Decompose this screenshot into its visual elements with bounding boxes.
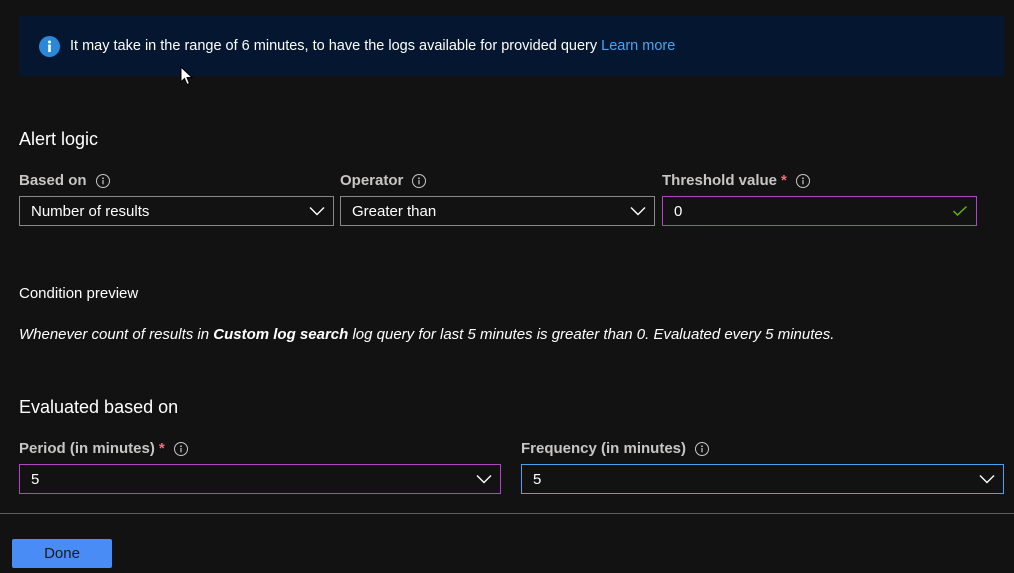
condition-preview-text: Whenever count of results in Custom log … bbox=[19, 326, 835, 343]
frequency-dropdown[interactable]: 5 bbox=[521, 464, 1004, 494]
period-dropdown[interactable]: 5 bbox=[19, 464, 501, 494]
info-icon[interactable] bbox=[795, 173, 810, 188]
chevron-down-icon bbox=[476, 475, 492, 484]
evaluated-based-on-title: Evaluated based on bbox=[19, 397, 179, 417]
operator-label: Operator bbox=[340, 172, 427, 189]
chevron-down-icon bbox=[309, 207, 325, 216]
frequency-label: Frequency (in minutes) bbox=[521, 440, 710, 457]
learn-more-link[interactable]: Learn more bbox=[601, 38, 675, 54]
required-indicator: * bbox=[781, 172, 787, 189]
chevron-down-icon bbox=[979, 475, 995, 484]
info-icon[interactable] bbox=[412, 173, 427, 188]
period-label: Period (in minutes) * bbox=[19, 440, 188, 457]
required-indicator: * bbox=[158, 440, 165, 457]
threshold-field[interactable] bbox=[662, 196, 977, 226]
info-banner: It may take in the range of 6 minutes, t… bbox=[19, 16, 1004, 76]
mouse-cursor-icon bbox=[180, 66, 194, 86]
checkmark-icon bbox=[953, 205, 967, 216]
query-name: Custom log search bbox=[213, 326, 349, 343]
info-icon bbox=[39, 35, 60, 57]
threshold-input[interactable] bbox=[674, 202, 934, 220]
operator-dropdown[interactable]: Greater than bbox=[340, 196, 655, 226]
alert-logic-title: Alert logic bbox=[19, 129, 99, 149]
banner-message: It may take in the range of 6 minutes, t… bbox=[70, 38, 598, 54]
based-on-dropdown[interactable]: Number of results bbox=[19, 196, 334, 226]
footer-divider bbox=[0, 513, 1014, 514]
threshold-label: Threshold value * bbox=[662, 172, 810, 189]
info-icon[interactable] bbox=[95, 173, 110, 188]
condition-preview-label: Condition preview bbox=[19, 285, 139, 302]
based-on-label: Based on bbox=[19, 172, 110, 189]
info-icon[interactable] bbox=[173, 441, 188, 456]
info-icon[interactable] bbox=[695, 441, 710, 456]
done-button[interactable]: Done bbox=[12, 539, 112, 568]
chevron-down-icon bbox=[630, 207, 646, 216]
